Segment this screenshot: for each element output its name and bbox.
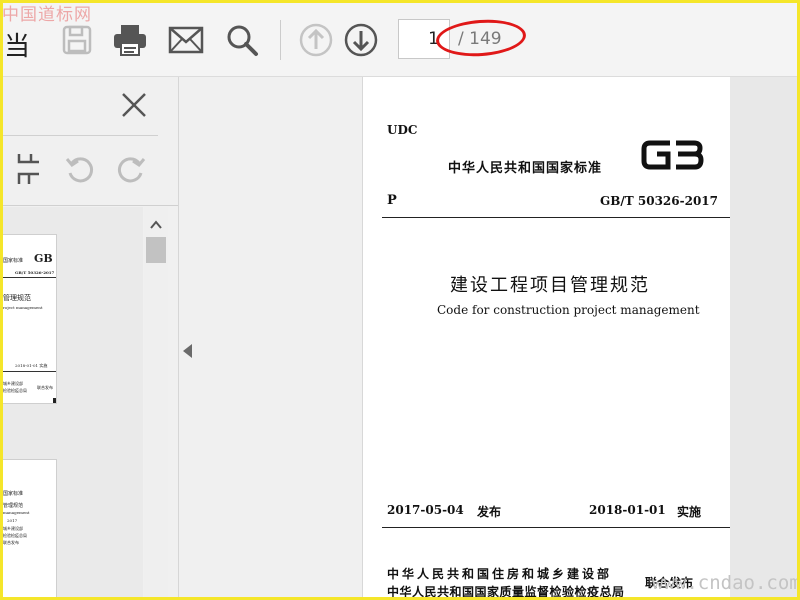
scrollbar-thumb[interactable] (146, 237, 166, 263)
viewer-background-right (730, 77, 800, 600)
thumbnail-scrollbar[interactable] (144, 207, 168, 600)
thumb-text: management (3, 510, 30, 515)
thumbnail-list: 国家标准 GB GB/T 50326-2017 管理规范 roject mana… (0, 207, 143, 600)
sidebar-divider (0, 135, 158, 136)
thumb-text: 城乡建设部 (3, 381, 23, 386)
thumb-text: 联合发布 (37, 385, 53, 390)
issue-label: 发布 (477, 505, 502, 519)
split-view-icon[interactable] (10, 151, 46, 187)
issuer-1: 中华人民共和国住房和城乡建设部 (387, 567, 613, 581)
standard-code: GB/T 50326-2017 (600, 194, 719, 208)
thumb-text: 2017 (7, 518, 18, 523)
toolbar-separator (280, 20, 281, 60)
gb-logo (641, 140, 704, 170)
document-title-en: Code for construction project management (437, 303, 700, 317)
implementation-label: 实施 (677, 505, 702, 519)
footer-rule (382, 527, 730, 528)
thumb-text: 2018-01-01 实施 (15, 363, 48, 368)
sidebar-divider-2 (0, 205, 178, 206)
udc-label: UDC (387, 123, 418, 137)
arrow-up-circle-icon[interactable] (296, 20, 336, 60)
implementation-date: 2018-01-01 (589, 503, 666, 517)
collapse-sidebar-icon[interactable] (183, 344, 192, 358)
document-page: UDC 中华人民共和国国家标准 P GB/T 50326-2017 建设工程项目… (362, 77, 731, 600)
thumb-text: 城乡建设部 (3, 526, 23, 531)
save-icon[interactable] (57, 20, 97, 60)
gb-logo-thumb: GB (34, 252, 53, 265)
chevron-up-icon[interactable] (150, 215, 162, 234)
document-title-cn: 建设工程项目管理规范 (450, 275, 650, 296)
thumb-text: 检验检疫总局 (3, 388, 27, 393)
issuer-2: 中华人民共和国国家质量监督检验检疫总局 (387, 585, 625, 599)
close-icon[interactable] (120, 91, 148, 119)
rotate-left-icon[interactable] (62, 151, 98, 187)
toolbar: 中国道标网 当 1 / 149 (0, 0, 800, 77)
toolbar-left-label: 当 (4, 32, 31, 62)
national-standard-label: 中华人民共和国国家标准 (448, 161, 603, 176)
thumb-text: 国家标准 (3, 258, 24, 264)
thumb-text: 管理规范 (3, 503, 24, 509)
thumb-text: GB/T 50326-2017 (15, 270, 55, 275)
thumb-text: roject management (3, 305, 43, 310)
thumb-text: 联合发布 (3, 540, 19, 545)
p-label: P (387, 193, 397, 208)
thumb-text: 管理规范 (3, 294, 31, 302)
thumb-text: 国家标准 (3, 491, 24, 497)
corner-watermark: www.cndao.com (652, 572, 800, 594)
issue-date: 2017-05-04 (387, 503, 464, 517)
arrow-down-circle-icon[interactable] (341, 20, 381, 60)
page-thumbnail-1[interactable]: 国家标准 GB GB/T 50326-2017 管理规范 roject mana… (0, 234, 57, 404)
print-icon[interactable] (110, 20, 150, 60)
thumb-text: 检验检疫总局 (3, 533, 27, 538)
rotate-right-icon[interactable] (113, 151, 149, 187)
mail-icon[interactable] (166, 20, 206, 60)
page-thumbnail-2[interactable]: 国家标准 管理规范 management 2017 城乡建设部 检验检疫总局 联… (0, 459, 57, 600)
search-icon[interactable] (222, 20, 262, 60)
header-rule (382, 217, 730, 218)
